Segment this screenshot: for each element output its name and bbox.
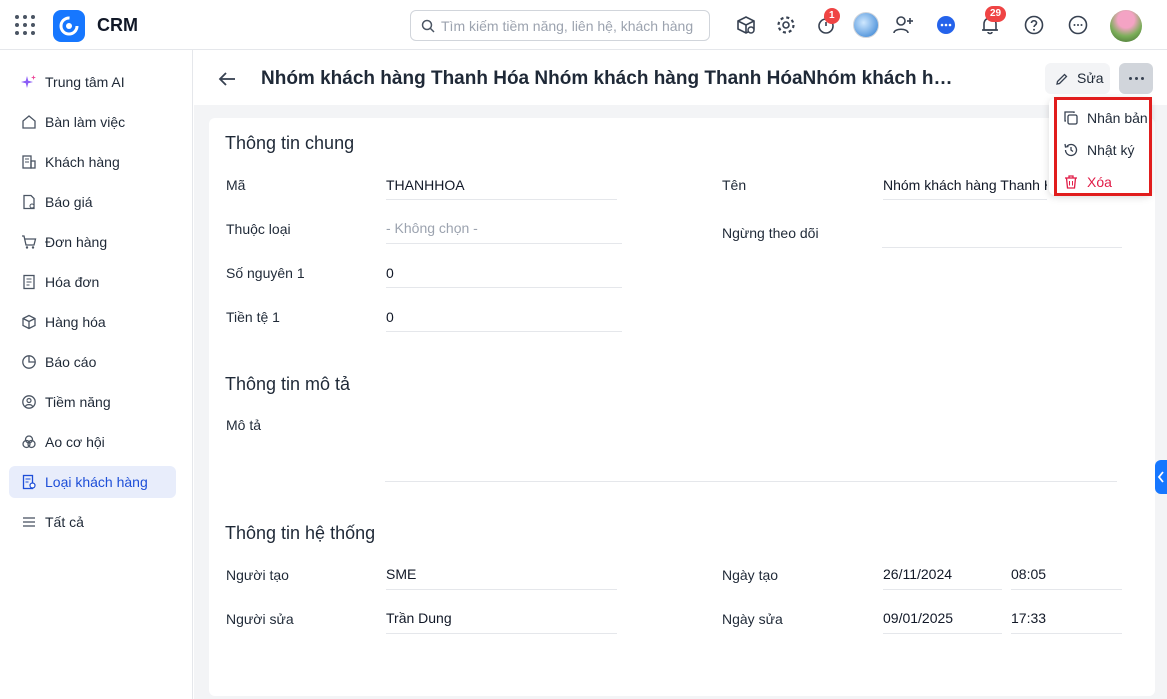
- invoice-icon: [23, 274, 35, 290]
- field-value-created-by: SME: [386, 566, 617, 590]
- collapse-panel-tab[interactable]: [1155, 460, 1167, 494]
- sidebar-item-label: Trung tâm AI: [45, 74, 125, 90]
- menu-highlight-box: [1054, 97, 1152, 196]
- sidebar-item-orders[interactable]: Đơn hàng: [9, 226, 176, 258]
- field-label-currency: Tiền tệ 1: [226, 309, 280, 325]
- list-icon: [23, 517, 35, 527]
- field-value-code: THANHHOA: [386, 177, 617, 200]
- target-user-icon: [22, 395, 36, 409]
- sidebar-item-invoices[interactable]: Hóa đơn: [9, 266, 176, 298]
- sidebar-item-label: Tất cả: [45, 514, 84, 530]
- back-arrow-icon[interactable]: [216, 68, 238, 90]
- top-bar: CRM 1 29: [0, 0, 1167, 50]
- search-input[interactable]: [441, 16, 701, 36]
- sidebar-item-label: Khách hàng: [45, 154, 120, 170]
- more-options-icon[interactable]: [1065, 12, 1091, 38]
- pencil-icon: [1056, 73, 1068, 85]
- sidebar-item-label: Đơn hàng: [45, 234, 108, 250]
- field-value-created-time: 08:05: [1011, 566, 1122, 590]
- sidebar-item-label: Loại khách hàng: [45, 474, 148, 490]
- customer-type-icon: [22, 474, 36, 490]
- field-value-modified-time: 17:33: [1011, 610, 1122, 634]
- field-value-description: [385, 417, 1117, 482]
- brand-name[interactable]: CRM: [97, 15, 138, 36]
- page-title: Nhóm khách hàng Thanh Hóa Nhóm khách hàn…: [261, 68, 961, 89]
- sidebar-item-label: Bàn làm việc: [45, 114, 126, 130]
- sidebar-item-products[interactable]: Hàng hóa: [9, 306, 176, 338]
- field-label-modified-date: Ngày sửa: [722, 611, 783, 627]
- field-value-currency: 0: [386, 309, 622, 332]
- notification-badge: 29: [985, 6, 1007, 22]
- sidebar-item-customers[interactable]: Khách hàng: [9, 146, 176, 178]
- section-title-system: Thông tin hệ thống: [225, 523, 376, 543]
- sidebar-item-desk[interactable]: Bàn làm việc: [9, 106, 176, 138]
- crm-logo-icon[interactable]: [53, 10, 85, 42]
- field-label-created-date: Ngày tạo: [722, 567, 779, 583]
- add-user-icon[interactable]: [889, 12, 915, 38]
- sidebar-item-opportunities[interactable]: Ao cơ hội: [9, 426, 176, 458]
- timer-badge: 1: [824, 8, 840, 24]
- sidebar-item-label: Ao cơ hội: [45, 434, 105, 450]
- edit-button-label: Sửa: [1077, 70, 1104, 86]
- sidebar-item-label: Hóa đơn: [45, 274, 100, 290]
- section-title-general: Thông tin chung: [225, 133, 355, 153]
- field-label-integer: Số nguyên 1: [226, 265, 305, 281]
- sparkle-icon: [21, 75, 36, 88]
- sidebar-item-label: Hàng hóa: [45, 314, 106, 330]
- field-label-name: Tên: [722, 177, 747, 193]
- pie-chart-icon: [22, 355, 36, 369]
- field-value-name: Nhóm khách hàng Thanh Hóa: [883, 177, 1047, 200]
- field-value-integer: 0: [386, 265, 622, 288]
- circles-icon: [22, 435, 36, 449]
- more-actions-button[interactable]: [1119, 63, 1153, 94]
- field-label-description: Mô tả: [226, 417, 262, 433]
- apps-grid-icon[interactable]: [14, 14, 36, 36]
- field-value-modified-date: 09/01/2025: [883, 610, 1002, 634]
- field-label-code: Mã: [226, 177, 246, 193]
- field-value-stop-tracking: [882, 225, 1122, 248]
- quote-doc-icon: [23, 194, 35, 210]
- cart-icon: [22, 235, 37, 249]
- building-icon: [22, 155, 36, 169]
- field-label-parent-type: Thuộc loại: [226, 221, 291, 237]
- sidebar-item-reports[interactable]: Báo cáo: [9, 346, 176, 378]
- field-value-created-date: 26/11/2024: [883, 566, 1002, 590]
- section-title-description: Thông tin mô tả: [225, 374, 351, 394]
- sidebar-item-leads[interactable]: Tiềm năng: [9, 386, 176, 418]
- field-value-modified-by: Trần Dung: [386, 610, 617, 634]
- settings-gear-icon[interactable]: [773, 12, 799, 38]
- sidebar-item-customer-types[interactable]: Loại khách hàng: [9, 466, 176, 498]
- sidebar-item-quotes[interactable]: Báo giá: [9, 186, 176, 218]
- package-search-icon[interactable]: [733, 12, 759, 38]
- sidebar: Trung tâm AI Bàn làm việc Khách hàng Báo…: [0, 50, 193, 699]
- edit-button[interactable]: Sửa: [1045, 63, 1110, 94]
- chevron-left-icon: [1157, 471, 1164, 483]
- assistant-avatar[interactable]: [853, 12, 879, 38]
- help-icon[interactable]: [1021, 12, 1047, 38]
- sidebar-item-label: Báo cáo: [45, 354, 97, 370]
- sidebar-item-label: Tiềm năng: [45, 394, 111, 410]
- messenger-icon[interactable]: [933, 12, 959, 38]
- box-icon: [22, 314, 36, 330]
- sidebar-item-ai-center[interactable]: Trung tâm AI: [9, 66, 176, 98]
- field-label-stop-tracking: Ngừng theo dõi: [722, 225, 819, 241]
- sidebar-item-all[interactable]: Tất cả: [9, 506, 176, 538]
- field-label-created-by: Người tạo: [226, 567, 289, 583]
- search-icon: [421, 19, 435, 33]
- field-label-modified-by: Người sửa: [226, 611, 294, 627]
- search-box[interactable]: [410, 10, 710, 41]
- sidebar-item-label: Báo giá: [45, 194, 93, 210]
- home-icon: [22, 115, 36, 129]
- user-avatar[interactable]: [1110, 10, 1142, 42]
- parent-type-select[interactable]: - Không chọn -: [386, 220, 622, 244]
